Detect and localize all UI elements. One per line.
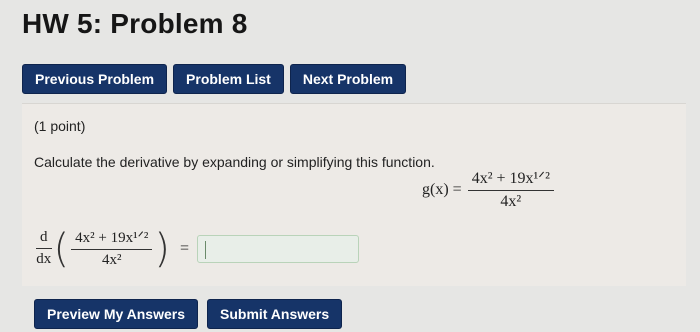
equals-sign: = [180, 239, 190, 257]
problem-points: (1 point) [34, 118, 86, 134]
derivative-d: d [36, 229, 52, 249]
problem-nav: Previous Problem Problem List Next Probl… [22, 64, 407, 94]
derivative-fraction: 4x² + 19x¹ᐟ² 4x² [71, 228, 153, 269]
answer-input[interactable] [197, 234, 360, 263]
answer-actions: Preview My Answers Submit Answers [34, 299, 343, 329]
function-numerator: 4x² + 19x¹ᐟ² [467, 168, 554, 191]
problem-list-button[interactable]: Problem List [173, 64, 284, 94]
right-paren-icon: ) [154, 225, 171, 272]
problem-prompt: Calculate the derivative by expanding or… [34, 154, 435, 170]
preview-answers-button[interactable]: Preview My Answers [34, 299, 198, 329]
derivative-operator: d dx [36, 229, 52, 268]
problem-panel: (1 point) Calculate the derivative by ex… [22, 103, 686, 286]
derivative-denominator: 4x² [102, 252, 122, 268]
next-problem-button[interactable]: Next Problem [289, 64, 407, 94]
function-definition: g(x) = 4x² + 19x¹ᐟ² 4x² [422, 168, 554, 211]
submit-answers-button[interactable]: Submit Answers [207, 299, 343, 329]
left-paren-icon: ( [53, 225, 70, 272]
function-fraction: 4x² + 19x¹ᐟ² 4x² [467, 168, 554, 211]
function-denominator: 4x² [500, 193, 522, 210]
page-title: HW 5: Problem 8 [22, 8, 248, 39]
derivative-dx: dx [36, 251, 52, 267]
previous-problem-button[interactable]: Previous Problem [22, 64, 168, 94]
function-lhs: g(x) = [422, 180, 462, 198]
derivative-expression: d dx ( 4x² + 19x¹ᐟ² 4x² ) = [36, 225, 360, 272]
text-cursor-icon [205, 240, 207, 259]
derivative-numerator: 4x² + 19x¹ᐟ² [71, 228, 153, 250]
